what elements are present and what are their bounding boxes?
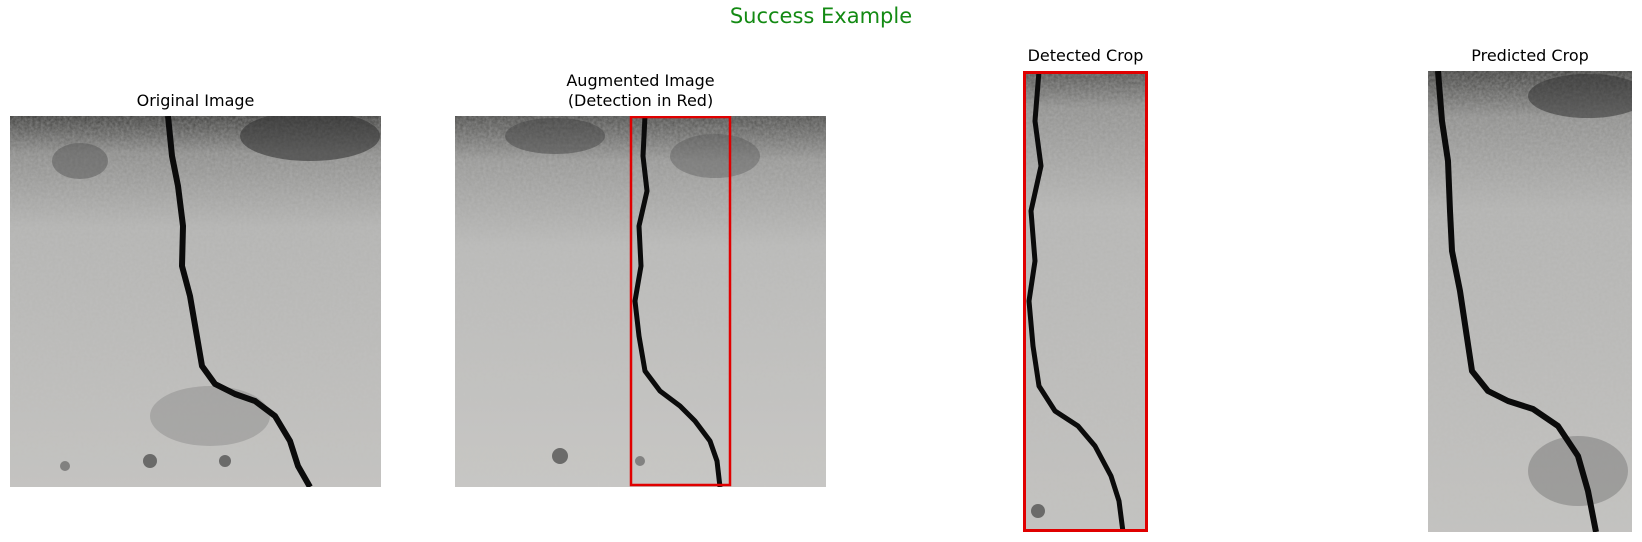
detected-crop-title: Detected Crop	[1027, 46, 1144, 65]
original-image	[10, 116, 381, 487]
figure-suptitle: Success Example	[729, 4, 913, 28]
original-image-title: Original Image	[136, 91, 255, 110]
augmented-image	[455, 116, 826, 487]
augmented-image-title: Augmented Image (Detection in Red)	[566, 71, 715, 110]
predicted-crop	[1428, 71, 1632, 532]
predicted-crop-title: Predicted Crop	[1471, 46, 1589, 65]
detected-crop	[1023, 71, 1148, 532]
